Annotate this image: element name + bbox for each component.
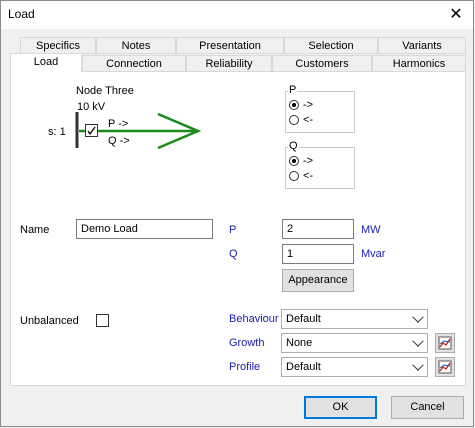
- title-bar: Load ✕: [1, 1, 473, 29]
- chart-icon: [438, 336, 452, 350]
- ok-button[interactable]: OK: [304, 396, 377, 419]
- appearance-button[interactable]: Appearance: [282, 269, 354, 292]
- diagram-p-label: P ->: [108, 118, 129, 130]
- tab-customers[interactable]: Customers: [272, 55, 372, 72]
- tab-notes[interactable]: Notes: [96, 37, 176, 54]
- name-input[interactable]: Demo Load: [76, 219, 213, 239]
- tab-selection[interactable]: Selection: [284, 37, 378, 54]
- behaviour-value: Default: [286, 313, 321, 325]
- name-label: Name: [20, 224, 50, 236]
- profile-select[interactable]: Default: [281, 357, 428, 377]
- chevron-down-icon: [412, 359, 424, 371]
- behaviour-label: Behaviour: [229, 313, 279, 325]
- p-unit: MW: [361, 224, 381, 236]
- tab-connection[interactable]: Connection: [82, 55, 186, 72]
- q-direction-label: Q: [288, 140, 299, 152]
- p-reverse-label: <-: [303, 114, 314, 126]
- p-direction-group: [285, 91, 355, 133]
- q-label: Q: [229, 248, 238, 260]
- growth-select[interactable]: None: [281, 333, 428, 353]
- unbalanced-checkbox[interactable]: [96, 314, 109, 327]
- profile-chart-button[interactable]: [435, 357, 455, 377]
- tab-variants[interactable]: Variants: [378, 37, 466, 54]
- growth-label: Growth: [229, 337, 265, 349]
- growth-value: None: [286, 337, 313, 349]
- p-reverse-radio[interactable]: [289, 115, 299, 125]
- tab-presentation[interactable]: Presentation: [176, 37, 284, 54]
- q-input[interactable]: 1: [282, 244, 354, 264]
- q-forward-radio[interactable]: [289, 156, 299, 166]
- chevron-down-icon: [412, 335, 424, 347]
- profile-label: Profile: [229, 361, 261, 373]
- tab-harmonics[interactable]: Harmonics: [372, 55, 466, 72]
- p-direction-label: P: [288, 84, 298, 96]
- tab-specifics[interactable]: Specifics: [20, 37, 96, 54]
- p-label: P: [229, 224, 237, 236]
- unbalanced-label: Unbalanced: [20, 315, 79, 327]
- close-button[interactable]: ✕: [445, 5, 467, 25]
- profile-value: Default: [286, 361, 321, 373]
- p-forward-label: ->: [303, 99, 314, 111]
- q-direction-group: [285, 147, 355, 189]
- p-forward-radio[interactable]: [289, 100, 299, 110]
- growth-chart-button[interactable]: [435, 333, 455, 353]
- cancel-button[interactable]: Cancel: [391, 396, 464, 419]
- node-name: Node Three: [76, 85, 134, 97]
- diagram-q-label: Q ->: [108, 135, 130, 147]
- check-icon: [87, 126, 96, 136]
- q-reverse-label: <-: [303, 170, 314, 182]
- tab-reliability[interactable]: Reliability: [186, 55, 272, 72]
- q-forward-label: ->: [303, 155, 314, 167]
- q-reverse-radio[interactable]: [289, 171, 299, 181]
- q-unit: Mvar: [361, 248, 386, 260]
- behaviour-select[interactable]: Default: [281, 309, 428, 329]
- p-input[interactable]: 2: [282, 219, 354, 239]
- switch-state: s: 1: [48, 126, 66, 138]
- chart-icon: [438, 360, 452, 374]
- tab-load[interactable]: Load: [10, 53, 82, 72]
- switch-checkbox[interactable]: [85, 124, 98, 137]
- window-title: Load: [8, 7, 35, 21]
- chevron-down-icon: [412, 311, 424, 323]
